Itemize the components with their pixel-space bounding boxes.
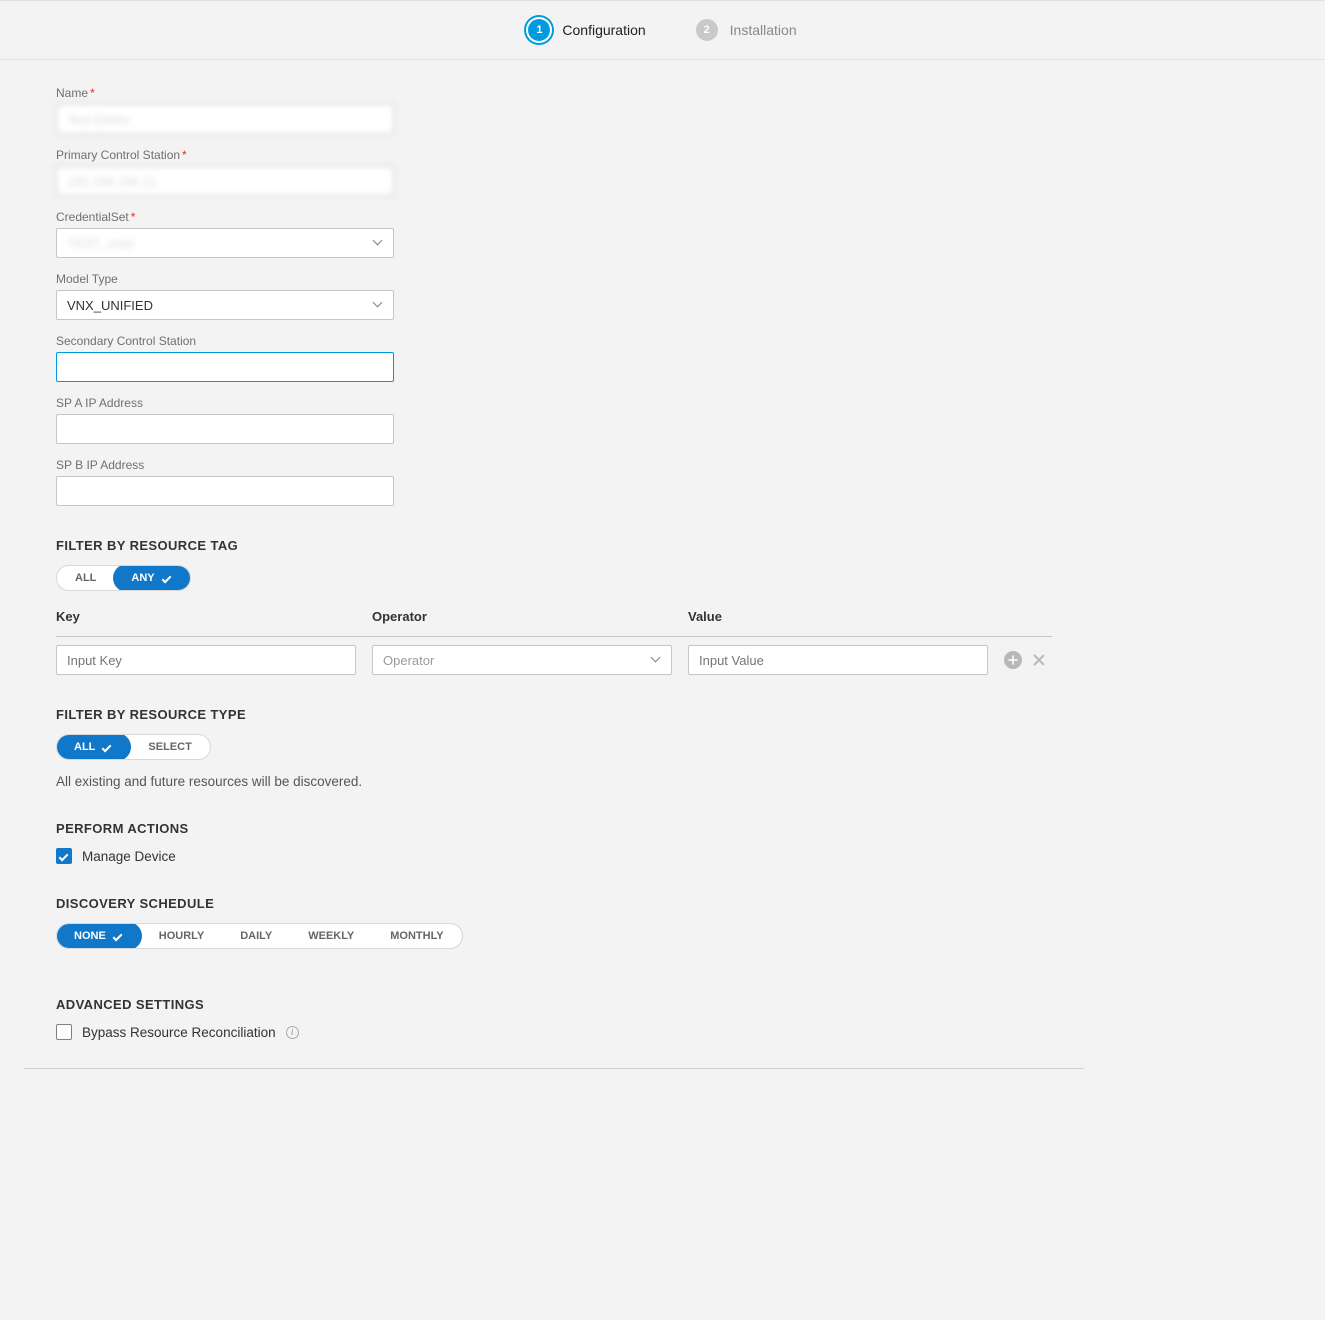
col-value: Value [688, 609, 988, 630]
type-filter-all-button[interactable]: ALL [56, 734, 131, 760]
schedule-daily-button[interactable]: DAILY [222, 923, 290, 949]
primary-control-station-input[interactable] [56, 166, 394, 196]
bypass-reconciliation-checkbox[interactable] [56, 1024, 72, 1040]
secondary-control-station-input[interactable] [56, 352, 394, 382]
bypass-label: Bypass Resource Reconciliation [82, 1025, 276, 1040]
step-number: 2 [696, 19, 718, 41]
bypass-row: Bypass Resource Reconciliation i [56, 1024, 1052, 1040]
name-input[interactable] [56, 104, 394, 134]
section-filter-by-resource-type: FILTER BY RESOURCE TYPE [56, 707, 1052, 722]
field-credentialset: CredentialSet* TEST_cred [56, 210, 1052, 258]
add-tag-row-button[interactable] [1004, 651, 1022, 669]
label-secondary: Secondary Control Station [56, 334, 1052, 348]
label-credentialset: CredentialSet* [56, 210, 1052, 224]
label-sp-a: SP A IP Address [56, 396, 1052, 410]
chevron-down-icon [373, 238, 383, 248]
sp-b-ip-input[interactable] [56, 476, 394, 506]
check-icon [58, 852, 70, 861]
configuration-form: Name* Primary Control Station* Credentia… [24, 86, 1084, 1069]
credentialset-value: TEST_cred [67, 236, 133, 251]
manage-device-checkbox[interactable] [56, 848, 72, 864]
section-discovery-schedule: DISCOVERY SCHEDULE [56, 896, 1052, 911]
schedule-weekly-button[interactable]: WEEKLY [290, 923, 372, 949]
type-filter-select-button[interactable]: SELECT [130, 734, 209, 760]
section-filter-by-resource-tag: FILTER BY RESOURCE TAG [56, 538, 1052, 553]
tag-filter-header-row: Key Operator Value [56, 609, 1052, 637]
tag-row-actions [1004, 651, 1094, 669]
type-filter-mode-toggle: ALL SELECT [56, 734, 211, 760]
schedule-toggle: NONE HOURLY DAILY WEEKLY MONTHLY [56, 923, 463, 949]
label-primary: Primary Control Station* [56, 148, 1052, 162]
label-name: Name* [56, 86, 1052, 100]
pill-label: ALL [74, 741, 95, 753]
col-key: Key [56, 609, 356, 630]
info-icon[interactable]: i [286, 1026, 299, 1039]
type-filter-hint: All existing and future resources will b… [56, 774, 1052, 789]
tag-key-input[interactable] [56, 645, 356, 675]
step-label: Installation [730, 22, 797, 38]
pill-label: ANY [131, 572, 154, 584]
step-configuration[interactable]: 1 Configuration [528, 19, 645, 41]
field-model-type: Model Type VNX_UNIFIED [56, 272, 1052, 320]
manage-device-row: Manage Device [56, 848, 1052, 864]
credentialset-select[interactable]: TEST_cred [56, 228, 394, 258]
field-name: Name* [56, 86, 1052, 134]
footer-divider [24, 1068, 1084, 1069]
sp-a-ip-input[interactable] [56, 414, 394, 444]
model-type-value: VNX_UNIFIED [67, 298, 153, 313]
model-type-select[interactable]: VNX_UNIFIED [56, 290, 394, 320]
schedule-monthly-button[interactable]: MONTHLY [372, 923, 461, 949]
step-label: Configuration [562, 22, 645, 38]
check-icon [112, 932, 124, 941]
chevron-down-icon [373, 300, 383, 310]
schedule-hourly-button[interactable]: HOURLY [141, 923, 222, 949]
pill-label: NONE [74, 930, 106, 942]
tag-filter-mode-toggle: ALL ANY [56, 565, 191, 591]
check-icon [161, 574, 173, 583]
tag-operator-select[interactable]: Operator [372, 645, 672, 675]
step-installation[interactable]: 2 Installation [696, 19, 797, 41]
section-perform-actions: PERFORM ACTIONS [56, 821, 1052, 836]
tag-filter-any-button[interactable]: ANY [113, 565, 190, 591]
col-operator: Operator [372, 609, 672, 630]
wizard-steps: 1 Configuration 2 Installation [0, 0, 1325, 60]
label-sp-b: SP B IP Address [56, 458, 1052, 472]
schedule-none-button[interactable]: NONE [56, 923, 142, 949]
plus-icon [1008, 655, 1018, 665]
check-icon [101, 743, 113, 752]
tag-filter-row: Operator [56, 645, 1052, 675]
label-model-type: Model Type [56, 272, 1052, 286]
field-secondary-control-station: Secondary Control Station [56, 334, 1052, 382]
section-advanced-settings: ADVANCED SETTINGS [56, 997, 1052, 1012]
remove-tag-row-button[interactable] [1032, 653, 1046, 667]
tag-filter-all-button[interactable]: ALL [57, 565, 114, 591]
tag-operator-placeholder: Operator [383, 653, 434, 668]
field-primary-control-station: Primary Control Station* [56, 148, 1052, 196]
field-sp-a-ip: SP A IP Address [56, 396, 1052, 444]
chevron-down-icon [651, 655, 661, 665]
field-sp-b-ip: SP B IP Address [56, 458, 1052, 506]
tag-value-input[interactable] [688, 645, 988, 675]
manage-device-label: Manage Device [82, 849, 176, 864]
step-number: 1 [528, 19, 550, 41]
